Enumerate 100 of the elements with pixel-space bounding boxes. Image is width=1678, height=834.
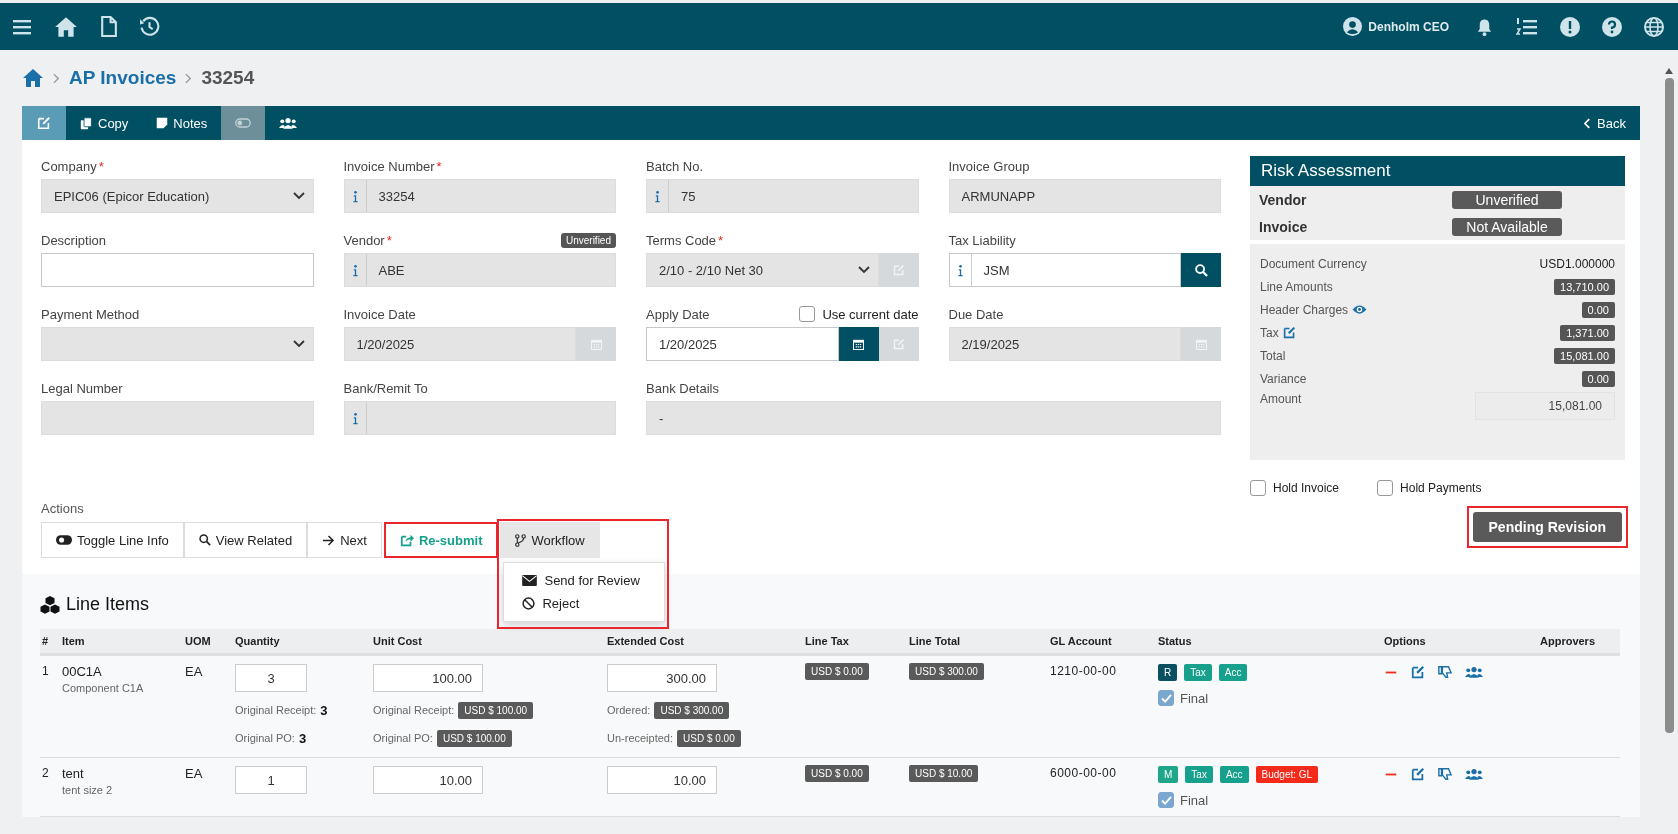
back-link[interactable]: Back xyxy=(1570,106,1640,140)
column-header: Quantity xyxy=(233,629,371,655)
remove-icon[interactable] xyxy=(1384,772,1398,776)
column-header: Extended Cost xyxy=(605,629,803,655)
status-button[interactable]: Pending Revision xyxy=(1472,512,1622,542)
next-button[interactable]: Next xyxy=(307,522,382,558)
chevron-left-icon xyxy=(1584,117,1592,129)
calendar-button[interactable] xyxy=(838,327,879,361)
quantity-field[interactable]: 3 xyxy=(235,664,307,692)
status-badge: Not Available xyxy=(1452,218,1562,236)
hold-checkbox[interactable]: Hold Invoice xyxy=(1250,480,1340,496)
total-value: 0.00 xyxy=(1581,301,1615,318)
help-icon[interactable] xyxy=(1602,16,1622,37)
copy-button[interactable]: Copy xyxy=(66,106,143,140)
globe-icon[interactable] xyxy=(1644,16,1664,37)
calendar-icon xyxy=(853,338,864,350)
item-description: tent size 2 xyxy=(62,784,114,796)
text-field[interactable]: JSM xyxy=(948,253,1181,287)
field-label: Invoice Group xyxy=(948,158,1030,174)
column-header: Line Tax xyxy=(803,629,907,655)
copy-icon xyxy=(80,116,93,130)
home-icon[interactable] xyxy=(54,15,78,38)
note-label: Original Receipt: xyxy=(235,704,317,716)
reject-item[interactable]: Reject xyxy=(504,592,665,615)
field-label: Invoice Number* xyxy=(343,158,442,174)
edit-button[interactable] xyxy=(878,327,919,361)
status-tag: M xyxy=(1158,766,1179,783)
total-label: Tax xyxy=(1260,325,1279,340)
total-label: Header Charges xyxy=(1260,302,1349,317)
note-value: USD $ 100.00 xyxy=(436,729,512,747)
use-current-date-checkbox[interactable]: Use current date xyxy=(799,306,919,322)
amount-field[interactable]: 15,081.00 xyxy=(1475,392,1615,420)
status-tag: Acc xyxy=(1219,766,1249,783)
checkmark-icon xyxy=(1160,795,1172,805)
edit-icon xyxy=(892,264,905,276)
thumbs-down-icon[interactable] xyxy=(1438,767,1452,781)
note-value: 3 xyxy=(320,702,328,718)
thumbs-down-icon[interactable] xyxy=(1438,665,1452,679)
calendar-icon xyxy=(1195,338,1207,350)
field-label: Bank Details xyxy=(646,380,719,396)
breadcrumb-link[interactable]: AP Invoices xyxy=(69,67,177,89)
field-label: Apply Date xyxy=(646,306,710,322)
home-icon[interactable] xyxy=(22,68,44,88)
users-icon[interactable] xyxy=(1465,768,1483,780)
breadcrumb-current: 33254 xyxy=(201,67,255,89)
note-value: USD $ 100.00 xyxy=(458,701,534,719)
status-badge: Unverified xyxy=(1452,191,1562,209)
final-checkbox[interactable]: Final xyxy=(1158,690,1378,706)
total-value: 1,371.00 xyxy=(1560,324,1615,341)
note-label: Original PO: xyxy=(235,732,295,744)
final-checkbox[interactable]: Final xyxy=(1158,792,1378,808)
text-field[interactable] xyxy=(41,253,314,287)
branch-icon xyxy=(515,533,527,547)
status-tag: Tax xyxy=(1184,664,1212,681)
edit-icon[interactable] xyxy=(1411,665,1425,679)
item-description: Component C1A xyxy=(62,682,145,694)
edit-icon[interactable] xyxy=(1282,326,1296,339)
notes-button[interactable]: Notes xyxy=(142,106,222,140)
scroll-up-arrow-icon[interactable] xyxy=(1665,68,1673,74)
arrow-right-icon xyxy=(322,534,336,546)
unit-cost-field[interactable]: 10.00 xyxy=(373,766,483,794)
note-label: Ordered: xyxy=(607,704,651,716)
toggle-icon xyxy=(56,535,72,545)
total-value: 15,081.00 xyxy=(1554,347,1615,364)
column-header: # xyxy=(40,629,60,655)
send-for-review-item[interactable]: Send for Review xyxy=(504,569,665,592)
note-label: Un-receipted: xyxy=(607,732,674,744)
line-number: 1 xyxy=(42,664,49,678)
unit-cost-field[interactable]: 100.00 xyxy=(373,664,483,692)
total-label: Amount xyxy=(1260,392,1302,406)
document-icon[interactable] xyxy=(100,16,117,37)
eye-icon[interactable] xyxy=(1352,304,1368,315)
extended-cost-field[interactable]: 300.00 xyxy=(607,664,717,692)
column-header: Approvers xyxy=(1538,629,1620,655)
extended-cost-field[interactable]: 10.00 xyxy=(607,766,717,794)
search-button[interactable] xyxy=(1181,253,1221,287)
hold-checkbox[interactable]: Hold Payments xyxy=(1377,480,1482,496)
edit-icon[interactable] xyxy=(1411,767,1425,781)
column-header: Status xyxy=(1156,629,1382,655)
calendar-icon xyxy=(590,338,602,350)
quantity-field[interactable]: 1 xyxy=(235,766,307,794)
user-menu[interactable]: Denholm CEO xyxy=(1343,17,1449,36)
line-tax-value: USD $ 0.00 xyxy=(805,663,869,680)
field-label: Invoice Date xyxy=(343,306,416,322)
view-related-button[interactable]: View Related xyxy=(183,522,308,558)
date-field[interactable]: 1/20/2025 xyxy=(646,327,839,361)
alert-icon[interactable] xyxy=(1560,16,1580,37)
column-header: GL Account xyxy=(1048,629,1156,655)
field-label: Company* xyxy=(41,158,104,174)
history-icon[interactable] xyxy=(139,16,160,37)
line-total-value: USD $ 300.00 xyxy=(909,663,984,680)
workflow-button[interactable]: Workflow xyxy=(500,522,600,558)
numbered-list-icon[interactable] xyxy=(1516,16,1538,37)
bell-icon[interactable] xyxy=(1475,16,1494,37)
remove-icon[interactable] xyxy=(1384,670,1398,674)
toggle-line-info-button[interactable]: Toggle Line Info xyxy=(41,522,184,558)
users-icon[interactable] xyxy=(1465,666,1483,678)
users-icon xyxy=(279,117,298,129)
share-icon xyxy=(399,533,414,547)
field-label: Bank/Remit To xyxy=(343,380,428,396)
